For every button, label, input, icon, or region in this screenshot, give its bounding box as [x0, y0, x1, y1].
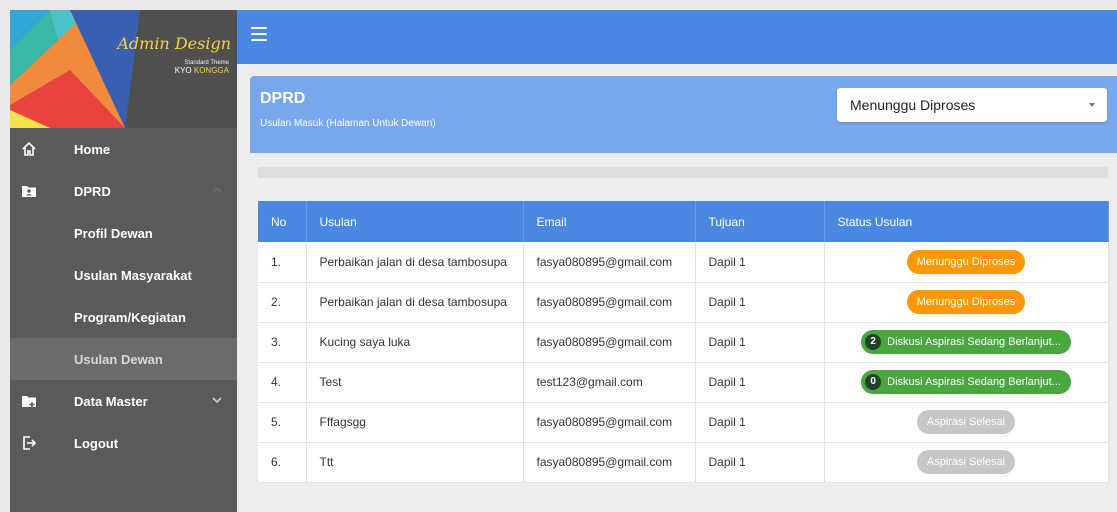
- sidebar-item-home[interactable]: Home: [10, 128, 237, 170]
- column-header-no: No: [258, 201, 307, 242]
- table-row[interactable]: 3. Kucing saya luka fasya080895@gmail.co…: [258, 322, 1109, 363]
- cell-status: Menunggu Diproses: [824, 242, 1109, 283]
- home-icon: [22, 141, 36, 156]
- page-header-card: DPRD Usulan Masuk (Halaman Untuk Dewan) …: [250, 76, 1117, 153]
- cell-usulan: Ttt: [306, 442, 524, 483]
- cell-email: fasya080895@gmail.com: [523, 282, 696, 323]
- cell-tujuan: Dapil 1: [695, 402, 825, 443]
- cell-no: 2.: [258, 282, 307, 323]
- brand-banner: Admin Design Standard Theme KYO KONGGA: [10, 10, 237, 128]
- brand-logo-text: Admin Design: [117, 34, 231, 53]
- usulan-table: No Usulan Email Tujuan Status Usulan 1. …: [258, 201, 1109, 483]
- column-header-status: Status Usulan: [824, 201, 1109, 242]
- cell-no: 6.: [258, 442, 307, 483]
- table-row[interactable]: 4. Test test123@gmail.com Dapil 1 0 Disku…: [258, 362, 1109, 403]
- sidebar-item-label: Usulan Masyarakat: [74, 267, 192, 283]
- brand-credit-prefix: KYO: [174, 66, 194, 75]
- loading-bar: [258, 167, 1108, 178]
- cell-tujuan: Dapil 1: [695, 362, 825, 403]
- sidebar-item-label: Usulan Dewan: [74, 351, 163, 367]
- cell-usulan: Fffagsgg: [306, 402, 524, 443]
- sidebar-item-dprd[interactable]: DPRD: [10, 170, 237, 212]
- cell-usulan: Perbaikan jalan di desa tambosupa: [306, 242, 524, 283]
- sidebar-item-data-master[interactable]: Data Master: [10, 380, 237, 422]
- brand-credit-accent: KONGGA: [193, 66, 229, 75]
- sidebar-item-program-kegiatan[interactable]: Program/Kegiatan: [10, 296, 237, 338]
- cell-tujuan: Dapil 1: [695, 322, 825, 363]
- sidebar-item-label: Logout: [74, 435, 119, 451]
- column-header-email: Email: [523, 201, 696, 242]
- app-frame: Admin Design Standard Theme KYO KONGGA H…: [10, 10, 1117, 512]
- table-header-row: No Usulan Email Tujuan Status Usulan: [258, 201, 1109, 242]
- cell-email: fasya080895@gmail.com: [523, 242, 696, 283]
- cell-usulan: Perbaikan jalan di desa tambosupa: [306, 282, 524, 323]
- cell-email: test123@gmail.com: [523, 362, 696, 403]
- cell-usulan: Test: [306, 362, 524, 403]
- folder-user-icon: [22, 186, 36, 197]
- table-row[interactable]: 1. Perbaikan jalan di desa tambosupa fas…: [258, 242, 1109, 283]
- cell-tujuan: Dapil 1: [695, 282, 825, 323]
- status-badge[interactable]: Aspirasi Selesai: [916, 450, 1016, 474]
- column-header-usulan: Usulan: [306, 201, 524, 242]
- cell-email: fasya080895@gmail.com: [523, 442, 696, 483]
- status-badge-label: Diskusi Aspirasi Sedang Berlanjut...: [887, 336, 1061, 348]
- cell-status: 2 Diskusi Aspirasi Sedang Berlanjut...: [824, 322, 1109, 363]
- chevron-down-icon: [212, 397, 222, 404]
- cell-no: 1.: [258, 242, 307, 283]
- column-header-tujuan: Tujuan: [695, 201, 825, 242]
- cell-email: fasya080895@gmail.com: [523, 402, 696, 443]
- caret-down-icon: [1089, 103, 1095, 107]
- status-badge[interactable]: 2 Diskusi Aspirasi Sedang Berlanjut...: [861, 330, 1071, 354]
- cell-status: 0 Diskusi Aspirasi Sedang Berlanjut...: [824, 362, 1109, 403]
- cell-no: 4.: [258, 362, 307, 403]
- sidebar-item-label: DPRD: [74, 183, 111, 199]
- sidebar: Admin Design Standard Theme KYO KONGGA H…: [10, 10, 237, 512]
- cell-no: 3.: [258, 322, 307, 363]
- table-row[interactable]: 6. Ttt fasya080895@gmail.com Dapil 1 Asp…: [258, 442, 1109, 483]
- cell-no: 5.: [258, 402, 307, 443]
- menu-toggle-icon[interactable]: [251, 27, 267, 41]
- cell-status: Menunggu Diproses: [824, 282, 1109, 323]
- status-badge[interactable]: Aspirasi Selesai: [916, 410, 1016, 434]
- table-row[interactable]: 5. Fffagsgg fasya080895@gmail.com Dapil …: [258, 402, 1109, 443]
- sidebar-item-usulan-dewan[interactable]: Usulan Dewan: [10, 338, 237, 380]
- sidebar-item-label: Profil Dewan: [74, 225, 153, 241]
- sidebar-item-logout[interactable]: Logout: [10, 422, 237, 464]
- top-bar: [237, 10, 1117, 64]
- cell-tujuan: Dapil 1: [695, 242, 825, 283]
- discussion-count-badge: 2: [865, 334, 882, 350]
- page-title: DPRD: [260, 90, 306, 107]
- cell-status: Aspirasi Selesai: [824, 442, 1109, 483]
- sidebar-item-profil-dewan[interactable]: Profil Dewan: [10, 212, 237, 254]
- cell-usulan: Kucing saya luka: [306, 322, 524, 363]
- brand-credit: KYO KONGGA: [175, 66, 229, 75]
- chevron-up-icon: [212, 186, 222, 193]
- status-badge[interactable]: 0 Diskusi Aspirasi Sedang Berlanjut...: [861, 370, 1071, 394]
- cell-email: fasya080895@gmail.com: [523, 322, 696, 363]
- dprd-submenu: Profil Dewan Usulan Masyarakat Program/K…: [10, 212, 237, 380]
- sidebar-item-label: Program/Kegiatan: [74, 309, 186, 325]
- status-badge[interactable]: Menunggu Diproses: [906, 249, 1026, 274]
- sidebar-menu: Home DPRD Profil Dewan Usulan Masyarakat…: [10, 128, 237, 464]
- logout-icon: [23, 436, 37, 450]
- status-badge-label: Diskusi Aspirasi Sedang Berlanjut...: [887, 376, 1061, 388]
- sidebar-item-usulan-masyarakat[interactable]: Usulan Masyarakat: [10, 254, 237, 296]
- status-filter-select[interactable]: Menunggu Diproses: [837, 88, 1107, 122]
- status-filter-value: Menunggu Diproses: [850, 97, 976, 113]
- discussion-count-badge: 0: [865, 374, 882, 390]
- folder-plus-icon: [22, 396, 36, 407]
- cell-status: Aspirasi Selesai: [824, 402, 1109, 443]
- table-row[interactable]: 2. Perbaikan jalan di desa tambosupa fas…: [258, 282, 1109, 323]
- status-badge[interactable]: Menunggu Diproses: [906, 290, 1026, 314]
- page-subtitle: Usulan Masuk (Halaman Untuk Dewan): [260, 118, 436, 129]
- sidebar-item-label: Data Master: [74, 393, 148, 409]
- cell-tujuan: Dapil 1: [695, 442, 825, 483]
- sidebar-item-label: Home: [74, 141, 111, 157]
